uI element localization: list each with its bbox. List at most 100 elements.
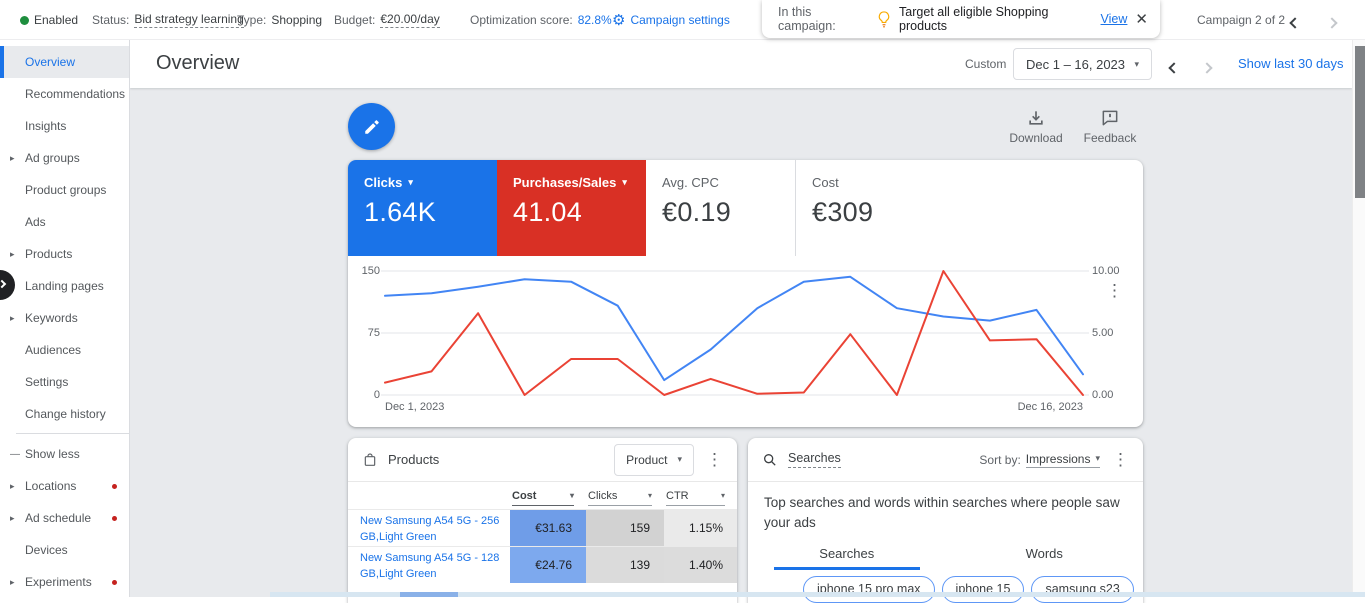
campaign-top-bar: Enabled Status: Bid strategy learning Ty… [0, 0, 1365, 40]
vertical-scrollbar [1352, 40, 1365, 597]
sidebar-item-label: Overview [25, 55, 76, 69]
date-range-type-label: Custom [965, 57, 1007, 71]
chevron-left-icon [1168, 62, 1180, 74]
column-header-cell: Clicks ▾ [586, 490, 664, 506]
optimization-score-group: Optimization score: 82.8% [470, 0, 612, 40]
sidebar-item-show-less[interactable]: — Show less [0, 438, 129, 470]
tab-words[interactable]: Words [946, 541, 1144, 570]
sidebar-item-devices[interactable]: Devices [0, 534, 129, 566]
expand-arrow-icon: ▸ [10, 480, 15, 491]
expand-arrow-icon: ▸ [10, 512, 15, 523]
sidebar-item-audiences[interactable]: Audiences [0, 334, 129, 366]
date-range-value: Dec 1 – 16, 2023 [1026, 56, 1126, 72]
column-header-cost[interactable]: Cost ▾ [512, 490, 574, 506]
vertical-scrollbar-thumb[interactable] [1355, 46, 1365, 198]
search-chip-iphone-15-pro-max[interactable]: iphone 15 pro max [803, 575, 935, 603]
previous-date-range-button[interactable] [1168, 59, 1180, 77]
type-group: Type: Shopping [237, 0, 322, 40]
minus-icon: — [10, 448, 20, 460]
toast-message: Target all eligible Shopping products [899, 5, 1049, 33]
status-value[interactable]: Bid strategy learning [134, 12, 244, 28]
sidebar-item-ad-groups[interactable]: ▸ Ad groups [0, 142, 129, 174]
sidebar-item-label: Landing pages [25, 279, 104, 293]
metric-label: Clicks ▾ [364, 175, 413, 190]
sidebar-item-locations[interactable]: ▸ Locations [0, 470, 129, 502]
sidebar-item-insights[interactable]: Insights [0, 110, 129, 142]
sidebar-item-settings[interactable]: Settings [0, 366, 129, 398]
close-icon[interactable]: ✕ [1135, 10, 1148, 28]
product-link[interactable]: New Samsung A54 5G - 128 GB,Light Green [348, 547, 510, 583]
horizontal-scrollbar-thumb[interactable] [400, 592, 458, 597]
campaign-sidebar: Overview Recommendations Insights ▸ Ad group… [0, 40, 130, 597]
sidebar-item-recommendations[interactable]: Recommendations [0, 78, 129, 110]
chevron-down-icon: ▾ [622, 177, 627, 187]
date-range-dropdown[interactable]: Dec 1 – 16, 2023 ▾ [1013, 48, 1152, 80]
products-card-title: Products [388, 452, 440, 467]
chevron-left-icon [1289, 17, 1301, 29]
sidebar-item-product-groups[interactable]: Product groups [0, 174, 129, 206]
campaign-settings-button[interactable]: ⚙ Campaign settings [612, 0, 730, 40]
searches-tabs: Searches Words [748, 541, 1143, 570]
sidebar-item-label: Audiences [25, 343, 82, 357]
products-card: Products Product ▾ ⋮ Cost ▾ Clicks ▾ CTR ▾ Ne… [348, 438, 737, 603]
optimization-score-value[interactable]: 82.8% [578, 13, 612, 27]
enabled-status[interactable]: Enabled [20, 0, 78, 40]
sidebar-item-ads[interactable]: Ads [0, 206, 129, 238]
searches-card-title[interactable]: Searches [788, 451, 841, 468]
table-row: New Samsung A54 5G - 128 GB,Light Green €… [348, 546, 737, 583]
budget-value[interactable]: €20.00/day [380, 12, 440, 28]
toast-view-link[interactable]: View [1101, 12, 1128, 26]
sidebar-item-label: Show less [25, 447, 80, 461]
sidebar-item-change-history[interactable]: Change history [0, 398, 129, 430]
enabled-label: Enabled [34, 13, 79, 27]
sidebar-item-keywords[interactable]: ▸ Keywords [0, 302, 129, 334]
edit-campaign-fab[interactable] [348, 103, 395, 150]
lightbulb-icon [877, 10, 891, 29]
sidebar-item-label: Products [25, 247, 73, 261]
download-button[interactable]: Download [1006, 108, 1066, 145]
sidebar-item-experiments[interactable]: ▸ Experiments [0, 566, 129, 597]
metric-label: Cost [812, 175, 839, 190]
metric-card-purchases-sales[interactable]: Purchases/Sales ▾ 41.04 [497, 160, 646, 256]
horizontal-scrollbar [270, 592, 1365, 597]
search-chip-samsung-s23[interactable]: samsung s23 [1031, 575, 1134, 603]
tab-searches[interactable]: Searches [748, 541, 946, 570]
sidebar-item-label: Ads [25, 215, 46, 229]
product-link[interactable]: New Samsung A54 5G - 256 GB,Light Green [348, 510, 510, 546]
metric-card-cost[interactable]: Cost €309 [795, 160, 944, 256]
ctr-cell: 1.40% [664, 547, 737, 583]
sidebar-item-label: Experiments [25, 575, 92, 589]
campaign-pagination-label: Campaign 2 of 2 [1197, 13, 1286, 27]
sidebar-item-landing-pages[interactable]: ▸Landing pages [0, 270, 129, 302]
next-campaign-button[interactable] [1326, 16, 1338, 30]
status-group: Status: Bid strategy learning [92, 0, 244, 40]
metric-card-clicks[interactable]: Clicks ▾ 1.64K [348, 160, 497, 256]
notification-dot [112, 579, 117, 585]
overflow-menu-icon[interactable]: ⋮ [706, 451, 723, 468]
chevron-down-icon: ▾ [1095, 453, 1100, 463]
expand-arrow-icon: ▸ [10, 248, 15, 259]
previous-campaign-button[interactable] [1289, 16, 1301, 30]
show-last-30-days-link[interactable]: Show last 30 days [1238, 56, 1344, 71]
search-icon [762, 452, 778, 468]
products-table-body: New Samsung A54 5G - 256 GB,Light Green €… [348, 509, 737, 583]
sidebar-item-overview[interactable]: Overview [0, 46, 129, 78]
notification-dot [112, 515, 117, 521]
column-header-cell: Cost ▾ [510, 490, 586, 506]
sidebar-item-label: Locations [25, 479, 77, 493]
ctr-cell: 1.15% [664, 510, 737, 546]
expand-arrow-icon: ▸ [10, 312, 15, 323]
expand-arrow-icon: ▸ [10, 576, 15, 587]
metric-card-avg-cpc[interactable]: Avg. CPC €0.19 [646, 160, 795, 256]
overflow-menu-icon[interactable]: ⋮ [1112, 451, 1129, 468]
product-selector-dropdown[interactable]: Product ▾ [614, 443, 694, 476]
column-header-ctr[interactable]: CTR ▾ [666, 490, 725, 506]
sidebar-item-products[interactable]: ▸ Products [0, 238, 129, 270]
sidebar-item-ad-schedule[interactable]: ▸ Ad schedule [0, 502, 129, 534]
sort-by-dropdown[interactable]: Impressions ▾ [1025, 452, 1100, 468]
search-chip-iphone-15[interactable]: iphone 15 [941, 575, 1025, 603]
chevron-down-icon: ▾ [569, 491, 574, 500]
next-date-range-button[interactable] [1201, 59, 1213, 77]
feedback-button[interactable]: Feedback [1080, 108, 1140, 145]
column-header-clicks[interactable]: Clicks ▾ [588, 490, 652, 506]
